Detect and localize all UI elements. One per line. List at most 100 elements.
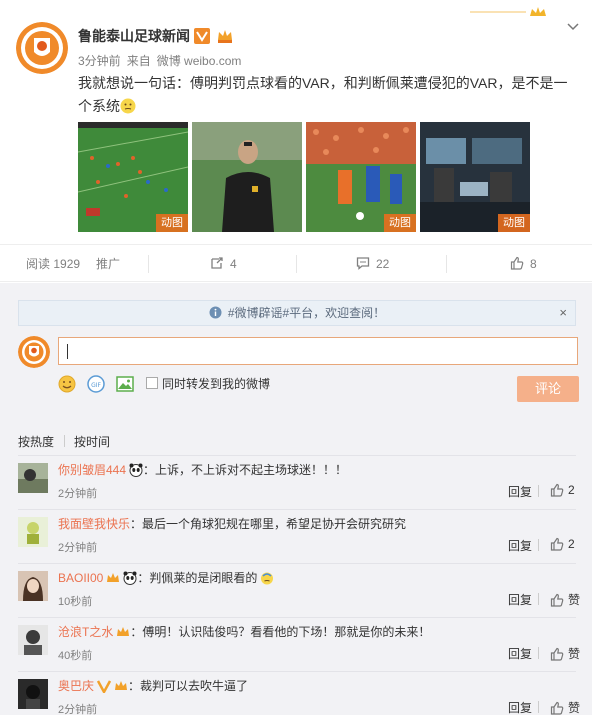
promote-link[interactable]: 推广 [96, 245, 120, 283]
gif-badge: 动图 [384, 214, 416, 232]
comment-body: 我面壁我快乐：最后一个角球犯规在哪里，希望足协开会研究研究 [58, 515, 406, 533]
image-icon[interactable] [116, 375, 134, 393]
comment-time: 2分钟前 [58, 488, 98, 500]
divider [296, 255, 297, 273]
reply-button[interactable]: 回复 [508, 645, 532, 662]
commenter-name[interactable]: 你别皱眉444 [58, 463, 126, 477]
comment-like-button[interactable]: 赞 [550, 591, 580, 608]
reply-button[interactable]: 回复 [508, 483, 532, 500]
repost-button[interactable]: 4 [210, 245, 237, 283]
notice-text: #微博辟谣#平台，欢迎查阅！ [227, 306, 386, 320]
text-caret [67, 344, 68, 359]
crown-member-icon [115, 681, 128, 690]
reply-button[interactable]: 回复 [508, 699, 532, 715]
commenter-name[interactable]: 沧浪T之水 [58, 625, 113, 639]
chevron-down-icon[interactable] [566, 20, 580, 34]
reply-button[interactable]: 回复 [508, 591, 532, 608]
comment-text: ：裁判可以去吹牛逼了 [128, 679, 249, 693]
panda-emoji-icon [123, 571, 137, 585]
comment-time: 2分钟前 [58, 704, 98, 715]
verified-v-icon [194, 28, 210, 44]
comment-time: 2分钟前 [58, 542, 98, 554]
reply-button[interactable]: 回复 [508, 537, 532, 554]
commenter-avatar[interactable] [18, 571, 48, 601]
comment-body: 沧浪T之水 ：傅明！认识陆俊吗？看看他的下场！那就是你的未来！ [58, 623, 430, 641]
commenter-name[interactable]: 我面壁我快乐 [58, 517, 130, 531]
submit-comment-button[interactable]: 评论 [517, 376, 579, 402]
sort-by-hot[interactable]: 按热度 [18, 433, 54, 450]
svg-text:GIF: GIF [91, 382, 101, 389]
comment-button[interactable]: 22 [356, 245, 389, 283]
comment-text: ：判佩莱的是闭眼看的 [137, 571, 258, 585]
comment-item: BAOII00 ：判佩莱的是闭眼看的 10秒前 回复 赞 [0, 563, 592, 617]
comment-item: 奥巴庆 ：裁判可以去吹牛逼了 2分钟前 回复 赞 [0, 671, 592, 715]
post-image-4[interactable]: 动图 [420, 122, 530, 232]
commenter-avatar[interactable] [18, 517, 48, 547]
commenter-avatar[interactable] [18, 625, 48, 655]
sort-by-time[interactable]: 按时间 [74, 433, 110, 450]
crown-member-icon [107, 573, 120, 582]
forward-label: 同时转发到我的微博 [162, 377, 271, 391]
comment-input[interactable] [58, 337, 578, 365]
comment-body: 奥巴庆 ：裁判可以去吹牛逼了 [58, 677, 248, 695]
emoji-icon[interactable] [58, 375, 76, 393]
commenter-name[interactable]: 奥巴庆 [58, 679, 94, 693]
commenter-name[interactable]: BAOII00 [58, 571, 103, 585]
comment-like-count: 2 [568, 537, 575, 551]
post-time[interactable]: 3分钟前 [78, 54, 121, 68]
rumor-notice-banner[interactable]: #微博辟谣#平台，欢迎查阅！ × [18, 300, 576, 326]
comment-like-button[interactable]: 2 [550, 537, 575, 551]
comment-item: 我面壁我快乐：最后一个角球犯规在哪里，希望足协开会研究研究 2分钟前 回复 2 [0, 509, 592, 563]
repost-count: 4 [230, 257, 237, 271]
divider [538, 539, 539, 551]
read-number: 1929 [53, 257, 81, 271]
divider [18, 617, 576, 618]
comment-like-button[interactable]: 赞 [550, 645, 580, 662]
divider [18, 671, 576, 672]
like-button[interactable]: 8 [510, 245, 537, 283]
like-count: 8 [530, 257, 537, 271]
comment-count: 22 [376, 257, 390, 271]
close-icon[interactable]: × [559, 301, 567, 325]
gif-badge: 动图 [498, 214, 530, 232]
comment-like-button[interactable]: 2 [550, 483, 575, 497]
comment-like-count: 2 [568, 483, 575, 497]
gif-badge: 动图 [156, 214, 188, 232]
think-emoji-icon [120, 98, 136, 114]
author-avatar[interactable] [16, 22, 68, 74]
commenter-avatar[interactable] [18, 679, 48, 709]
comment-time: 10秒前 [58, 596, 93, 608]
post-text-content: 我就想说一句话：傅明判罚点球看的VAR，和判断佩莱遭侵犯的VAR，是不是一个系统 [78, 75, 568, 114]
my-avatar [18, 336, 50, 368]
post-image-1[interactable]: 动图 [78, 122, 188, 232]
repost-icon [211, 257, 223, 269]
comments-panel: #微博辟谣#平台，欢迎查阅！ × GIF 同时转发到我的微博 评论 按热度 按时… [0, 283, 592, 715]
thumbs-up-icon [550, 483, 564, 497]
divider [148, 255, 149, 273]
divider [538, 593, 539, 605]
post-image-2[interactable] [192, 122, 302, 232]
thumbs-up-icon [510, 256, 524, 270]
comment-item: 你别皱眉444 ：上诉，不上诉对不起主场球迷！！！ 2分钟前 回复 2 [0, 455, 592, 509]
comment-like-label: 赞 [568, 647, 581, 661]
comment-like-button[interactable]: 赞 [550, 699, 580, 715]
post-action-bar: 阅读 1929 推广 4 22 8 [0, 244, 592, 282]
post-image-3[interactable]: 动图 [306, 122, 416, 232]
forward-checkbox[interactable] [146, 377, 158, 389]
comment-like-label: 赞 [568, 701, 581, 715]
post-meta: 3分钟前 来自 微博 weibo.com [78, 52, 247, 69]
read-count: 阅读 1929 [26, 245, 80, 283]
gif-icon[interactable]: GIF [87, 375, 105, 393]
source-prefix: 来自 [126, 54, 151, 68]
post-text: 我就想说一句话：傅明判罚点球看的VAR，和判断佩莱遭侵犯的VAR，是不是一个系统 [78, 72, 578, 118]
comment-item: 沧浪T之水 ：傅明！认识陆俊吗？看看他的下场！那就是你的未来！ 40秒前 回复 赞 [0, 617, 592, 671]
divider [446, 255, 447, 273]
post-source[interactable]: 微博 weibo.com [157, 54, 242, 68]
comment-body: 你别皱眉444 ：上诉，不上诉对不起主场球迷！！！ [58, 461, 347, 479]
divider [538, 647, 539, 659]
crown-member-icon[interactable] [216, 28, 234, 44]
commenter-avatar[interactable] [18, 463, 48, 493]
info-icon [209, 306, 222, 319]
author-name[interactable]: 鲁能泰山足球新闻 [78, 26, 190, 46]
comment-text: ：最后一个角球犯规在哪里，希望足协开会研究研究 [130, 517, 407, 531]
